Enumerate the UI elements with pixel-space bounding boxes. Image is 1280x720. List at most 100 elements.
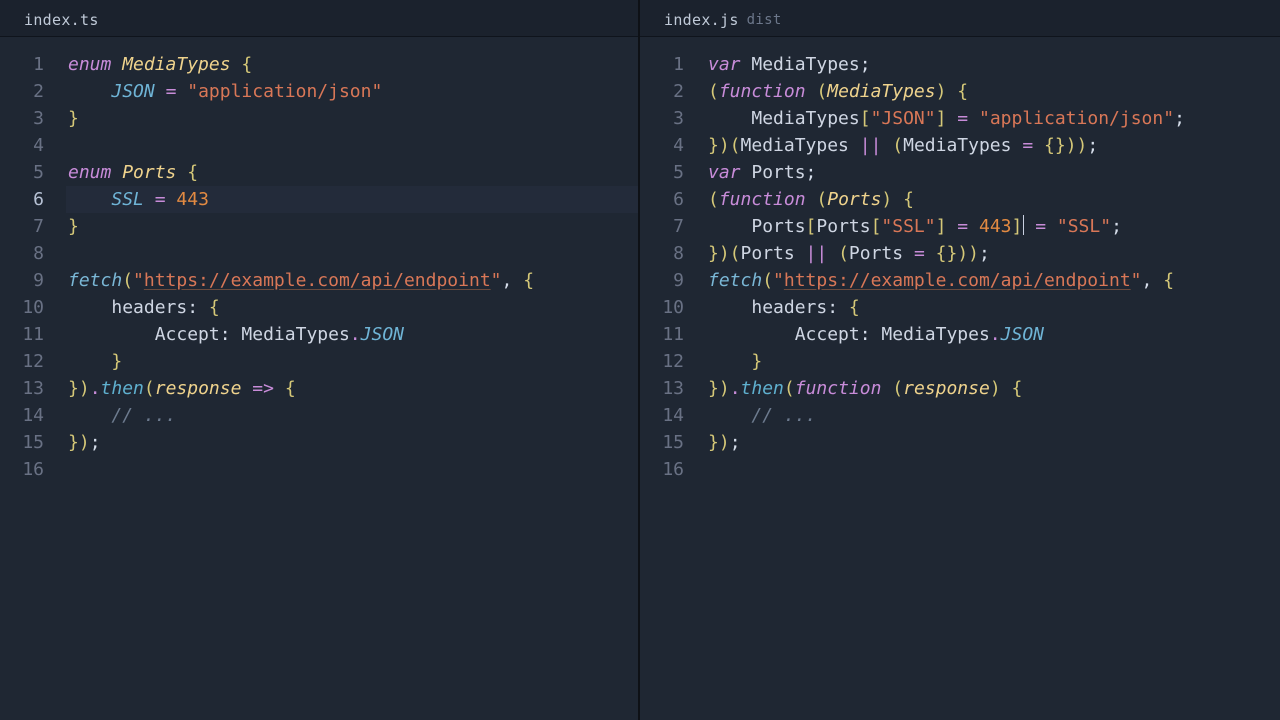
token-ident: MediaTypes xyxy=(881,324,989,345)
token-br: ) xyxy=(990,378,1012,399)
code-line[interactable] xyxy=(66,456,638,483)
token-br: }) xyxy=(68,378,90,399)
token-str: "SSL" xyxy=(1057,216,1111,237)
code-line[interactable]: enum MediaTypes { xyxy=(66,51,638,78)
line-number: 12 xyxy=(640,348,684,375)
code-line[interactable]: SSL = 443 xyxy=(66,186,638,213)
token-br: ( xyxy=(144,378,155,399)
token-prop: JSON xyxy=(1001,324,1044,345)
token-dot: . xyxy=(990,324,1001,345)
token-plain xyxy=(68,351,111,372)
token-op: = xyxy=(957,108,968,129)
code-line[interactable]: }).then(response => { xyxy=(66,375,638,402)
token-plain xyxy=(849,135,860,156)
token-ident: MediaTypes xyxy=(751,108,859,129)
token-str: " xyxy=(491,270,502,291)
right-pane: index.js dist 12345678910111213141516 va… xyxy=(640,0,1280,720)
line-number: 1 xyxy=(0,51,44,78)
token-plain xyxy=(968,216,979,237)
code-line[interactable]: MediaTypes["JSON"] = "application/json"; xyxy=(706,105,1280,132)
token-plain xyxy=(741,54,752,75)
token-br: ( xyxy=(838,243,849,264)
line-number: 14 xyxy=(640,402,684,429)
token-br: ( xyxy=(708,189,719,210)
token-cmt: // ... xyxy=(751,405,816,426)
token-kw: enum xyxy=(68,162,122,183)
token-ident: Accept xyxy=(155,324,220,345)
token-plain xyxy=(1011,135,1022,156)
editor-right[interactable]: 12345678910111213141516 var MediaTypes;(… xyxy=(640,37,1280,720)
code-line[interactable] xyxy=(66,240,638,267)
code-left[interactable]: enum MediaTypes { JSON = "application/js… xyxy=(66,51,638,720)
code-line[interactable]: enum Ports { xyxy=(66,159,638,186)
code-line[interactable]: }).then(function (response) { xyxy=(706,375,1280,402)
code-line[interactable]: } xyxy=(706,348,1280,375)
code-line[interactable]: (function (Ports) { xyxy=(706,186,1280,213)
token-ident: Ports xyxy=(816,216,870,237)
token-br: { xyxy=(1012,378,1023,399)
code-line[interactable]: } xyxy=(66,105,638,132)
code-line[interactable]: } xyxy=(66,213,638,240)
code-line[interactable]: })(MediaTypes || (MediaTypes = {})); xyxy=(706,132,1280,159)
code-line[interactable] xyxy=(706,456,1280,483)
code-line[interactable] xyxy=(66,132,638,159)
line-number: 2 xyxy=(0,78,44,105)
token-pun: ; xyxy=(90,432,101,453)
code-line[interactable]: } xyxy=(66,348,638,375)
code-line[interactable]: headers: { xyxy=(706,294,1280,321)
tab-bar-right[interactable]: index.js dist xyxy=(640,0,1280,37)
token-br: ) xyxy=(936,81,958,102)
token-str: "JSON" xyxy=(871,108,936,129)
token-num: 443 xyxy=(176,189,209,210)
token-pun: : xyxy=(220,324,242,345)
line-number: 13 xyxy=(640,375,684,402)
line-number: 12 xyxy=(0,348,44,375)
token-ident: Ports xyxy=(849,243,903,264)
code-line[interactable]: var MediaTypes; xyxy=(706,51,1280,78)
token-str: "SSL" xyxy=(881,216,935,237)
line-number: 4 xyxy=(0,132,44,159)
token-br: ( xyxy=(892,135,903,156)
token-dot: . xyxy=(90,378,101,399)
token-prop: JSON xyxy=(361,324,404,345)
token-pun: ; xyxy=(730,432,741,453)
token-op: = xyxy=(1022,135,1033,156)
token-br: ( xyxy=(122,270,133,291)
editor-left[interactable]: 12345678910111213141516 enum MediaTypes … xyxy=(0,37,638,720)
code-line[interactable]: fetch("https://example.com/api/endpoint"… xyxy=(706,267,1280,294)
token-br: })( xyxy=(708,135,741,156)
token-num: 443 xyxy=(979,216,1012,237)
tab-bar-left[interactable]: index.ts xyxy=(0,0,638,37)
token-br: { xyxy=(903,189,914,210)
code-line[interactable]: fetch("https://example.com/api/endpoint"… xyxy=(66,267,638,294)
code-line[interactable]: }); xyxy=(66,429,638,456)
code-line[interactable]: // ... xyxy=(66,402,638,429)
code-line[interactable]: Ports[Ports["SSL"] = 443] = "SSL"; xyxy=(706,213,1280,240)
code-line[interactable]: (function (MediaTypes) { xyxy=(706,78,1280,105)
token-op: = xyxy=(1035,216,1046,237)
code-right[interactable]: var MediaTypes;(function (MediaTypes) { … xyxy=(706,51,1280,720)
gutter-left: 12345678910111213141516 xyxy=(0,51,66,720)
code-line[interactable]: Accept: MediaTypes.JSON xyxy=(66,321,638,348)
code-line[interactable]: Accept: MediaTypes.JSON xyxy=(706,321,1280,348)
token-plain xyxy=(708,216,751,237)
code-line[interactable]: // ... xyxy=(706,402,1280,429)
token-plain xyxy=(144,189,155,210)
code-line[interactable]: var Ports; xyxy=(706,159,1280,186)
token-pun: ; xyxy=(806,162,817,183)
token-br: { xyxy=(241,54,252,75)
token-ident: MediaTypes xyxy=(903,135,1011,156)
token-br: [ xyxy=(871,216,882,237)
token-br: { xyxy=(957,81,968,102)
code-line[interactable]: }); xyxy=(706,429,1280,456)
token-plain xyxy=(176,81,187,102)
code-line[interactable]: headers: { xyxy=(66,294,638,321)
token-op: => xyxy=(252,378,274,399)
token-plain xyxy=(68,81,111,102)
token-plain xyxy=(881,135,892,156)
token-plain xyxy=(946,216,957,237)
code-line[interactable]: })(Ports || (Ports = {})); xyxy=(706,240,1280,267)
code-line[interactable]: JSON = "application/json" xyxy=(66,78,638,105)
token-kw: function xyxy=(719,81,817,102)
token-plain xyxy=(241,378,252,399)
